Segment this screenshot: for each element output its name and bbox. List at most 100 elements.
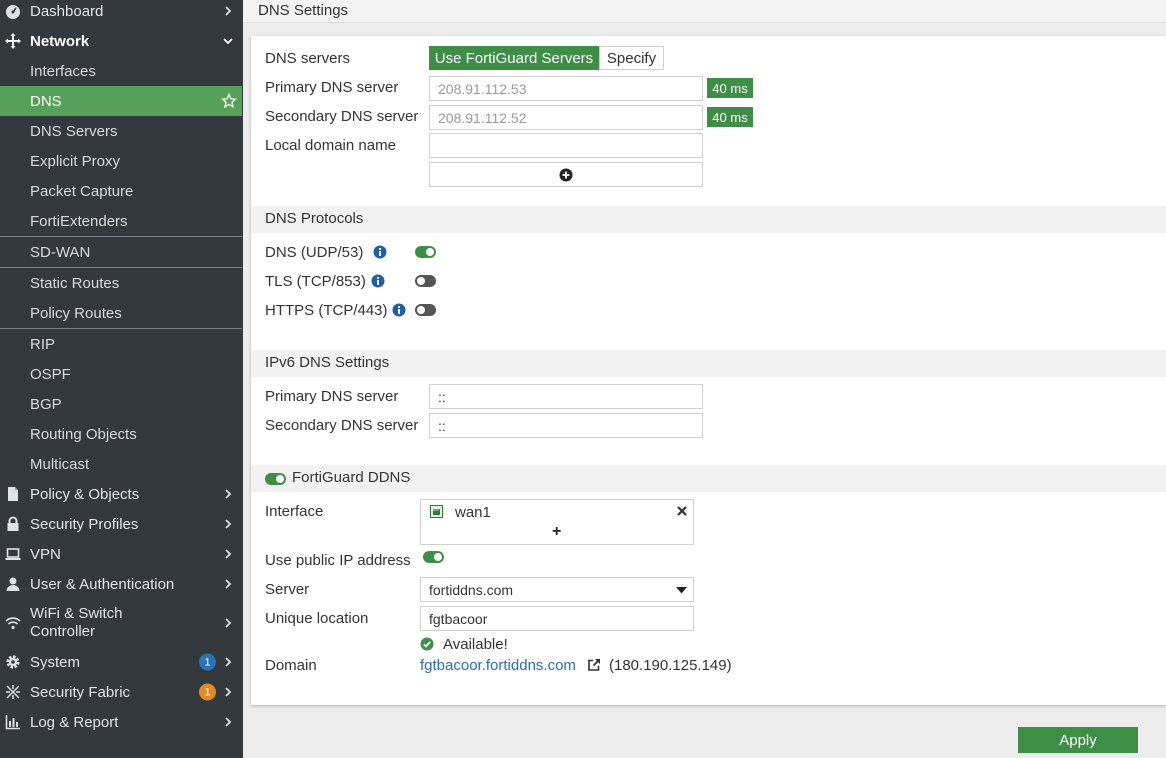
info-icon[interactable] <box>371 274 385 288</box>
bar-chart-icon <box>5 714 21 730</box>
nav-label: WiFi & Switch Controller <box>30 605 123 640</box>
nav-sd-wan[interactable]: SD-WAN <box>0 237 242 267</box>
https-toggle[interactable] <box>415 304 436 316</box>
ipv6-section: IPv6 DNS Settings <box>251 350 1166 377</box>
nav-interfaces[interactable]: Interfaces <box>0 56 242 86</box>
external-link-icon[interactable] <box>587 658 601 672</box>
nav-fortiextenders[interactable]: FortiExtenders <box>0 206 242 236</box>
nav-label: Explicit Proxy <box>30 152 121 170</box>
info-icon[interactable] <box>392 303 406 317</box>
nav-label: Packet Capture <box>30 182 134 200</box>
nav-policy-routes[interactable]: Policy Routes <box>0 298 242 328</box>
add-interface-button[interactable]: + <box>552 523 561 541</box>
unique-location-field[interactable]: fgtbacoor <box>420 606 694 631</box>
public-ip-toggle[interactable] <box>423 551 444 563</box>
nav-system[interactable]: System 1 <box>0 647 242 677</box>
primary-dns-field[interactable]: 208.91.112.53 <box>429 76 703 101</box>
dns-udp-toggle[interactable] <box>415 246 436 258</box>
domain-ip: (180.190.125.149) <box>609 657 732 674</box>
ipv6-primary-field[interactable]: :: <box>429 384 703 409</box>
primary-dns-label: Primary DNS server <box>265 79 399 96</box>
nav-wifi-switch[interactable]: WiFi & Switch Controller <box>0 605 242 641</box>
nav-bgp[interactable]: BGP <box>0 389 242 419</box>
nav-label: Dashboard <box>30 2 104 20</box>
gear-icon <box>5 654 21 670</box>
close-icon[interactable] <box>676 505 688 517</box>
nav-label: BGP <box>30 395 62 413</box>
nav-ospf[interactable]: OSPF <box>0 359 242 389</box>
nav-label: System <box>30 653 81 671</box>
nav-security-fabric[interactable]: Security Fabric 1 <box>0 677 242 707</box>
chevron-down-icon <box>223 38 233 45</box>
nav-label: SD-WAN <box>30 243 91 261</box>
nav-dns-servers[interactable]: DNS Servers <box>0 116 242 146</box>
ddns-toggle[interactable] <box>265 473 286 485</box>
chevron-right-icon <box>225 687 232 697</box>
domain-link[interactable]: fgtbacoor.fortiddns.com <box>420 657 576 674</box>
notification-badge: 1 <box>199 653 216 671</box>
use-fortiguard-button[interactable]: Use FortiGuard Servers <box>429 46 599 70</box>
nav-label: RIP <box>30 335 56 353</box>
interface-label: Interface <box>265 503 324 520</box>
server-label: Server <box>265 581 310 598</box>
fabric-icon <box>5 684 21 700</box>
secondary-dns-label: Secondary DNS server <box>265 108 419 125</box>
interface-selector[interactable]: wan1 + <box>420 499 694 545</box>
port-icon <box>430 505 443 518</box>
specify-button[interactable]: Specify <box>599 46 664 70</box>
nav-label: User & Authentication <box>30 575 175 593</box>
nav-rip[interactable]: RIP <box>0 329 242 359</box>
tls-toggle[interactable] <box>415 275 436 287</box>
nav-multicast[interactable]: Multicast <box>0 449 242 479</box>
main-content: DNS Settings DNS servers Use FortiGuard … <box>243 0 1166 758</box>
nav-static-routes[interactable]: Static Routes <box>0 268 242 298</box>
apply-button[interactable]: Apply <box>1018 727 1138 753</box>
nav-policy-objects[interactable]: Policy & Objects <box>0 479 242 509</box>
info-icon[interactable] <box>373 245 387 259</box>
nav-dns[interactable]: DNS <box>0 86 242 116</box>
nav-label: Policy & Objects <box>30 485 140 503</box>
add-domain-button[interactable] <box>429 162 703 187</box>
section-title: DNS Protocols <box>265 210 364 227</box>
nav-label: Security Profiles <box>30 515 139 533</box>
interface-value: wan1 <box>455 504 491 521</box>
nav-security-profiles[interactable]: Security Profiles <box>0 509 242 539</box>
nav-user-authentication[interactable]: User & Authentication <box>0 569 242 599</box>
user-icon <box>5 576 21 592</box>
nav-dashboard[interactable]: Dashboard <box>0 0 242 26</box>
star-icon[interactable] <box>221 93 237 109</box>
server-select[interactable]: fortiddns.com <box>420 577 694 602</box>
chevron-right-icon <box>225 579 232 589</box>
nav-label: Security Fabric <box>30 683 131 701</box>
nav-label: VPN <box>30 545 61 563</box>
nav-vpn[interactable]: VPN <box>0 539 242 569</box>
server-value: fortiddns.com <box>429 581 514 598</box>
secondary-dns-field[interactable]: 208.91.112.52 <box>429 105 703 130</box>
nav-routing-objects[interactable]: Routing Objects <box>0 419 242 449</box>
tls-label: TLS (TCP/853) <box>265 273 366 290</box>
dns-servers-label: DNS servers <box>265 50 351 67</box>
chevron-right-icon <box>225 519 232 529</box>
public-ip-label: Use public IP address <box>265 552 411 569</box>
local-domain-label: Local domain name <box>265 137 396 154</box>
nav-label: Interfaces <box>30 62 96 80</box>
ipv6-secondary-field[interactable]: :: <box>429 413 703 438</box>
nav-log-report[interactable]: Log & Report <box>0 707 242 737</box>
nav-label: Log & Report <box>30 713 119 731</box>
chevron-right-icon <box>225 489 232 499</box>
chevron-right-icon <box>225 657 232 667</box>
laptop-icon <box>5 546 21 562</box>
nav-explicit-proxy[interactable]: Explicit Proxy <box>0 146 242 176</box>
nav-packet-capture[interactable]: Packet Capture <box>0 176 242 206</box>
settings-panel: DNS servers Use FortiGuard Servers Speci… <box>251 36 1166 705</box>
caret-down-icon <box>676 587 687 594</box>
local-domain-field[interactable] <box>429 133 703 158</box>
nav-label: Static Routes <box>30 274 120 292</box>
domain-label: Domain <box>265 657 317 674</box>
nav-network[interactable]: Network <box>0 26 242 56</box>
availability-status: Available! <box>443 636 508 653</box>
lock-icon <box>5 516 21 532</box>
nav-label: Multicast <box>30 455 90 473</box>
sidebar: Dashboard Network Interfaces DNS DNS Ser… <box>0 0 243 758</box>
nav-label: Routing Objects <box>30 425 137 443</box>
